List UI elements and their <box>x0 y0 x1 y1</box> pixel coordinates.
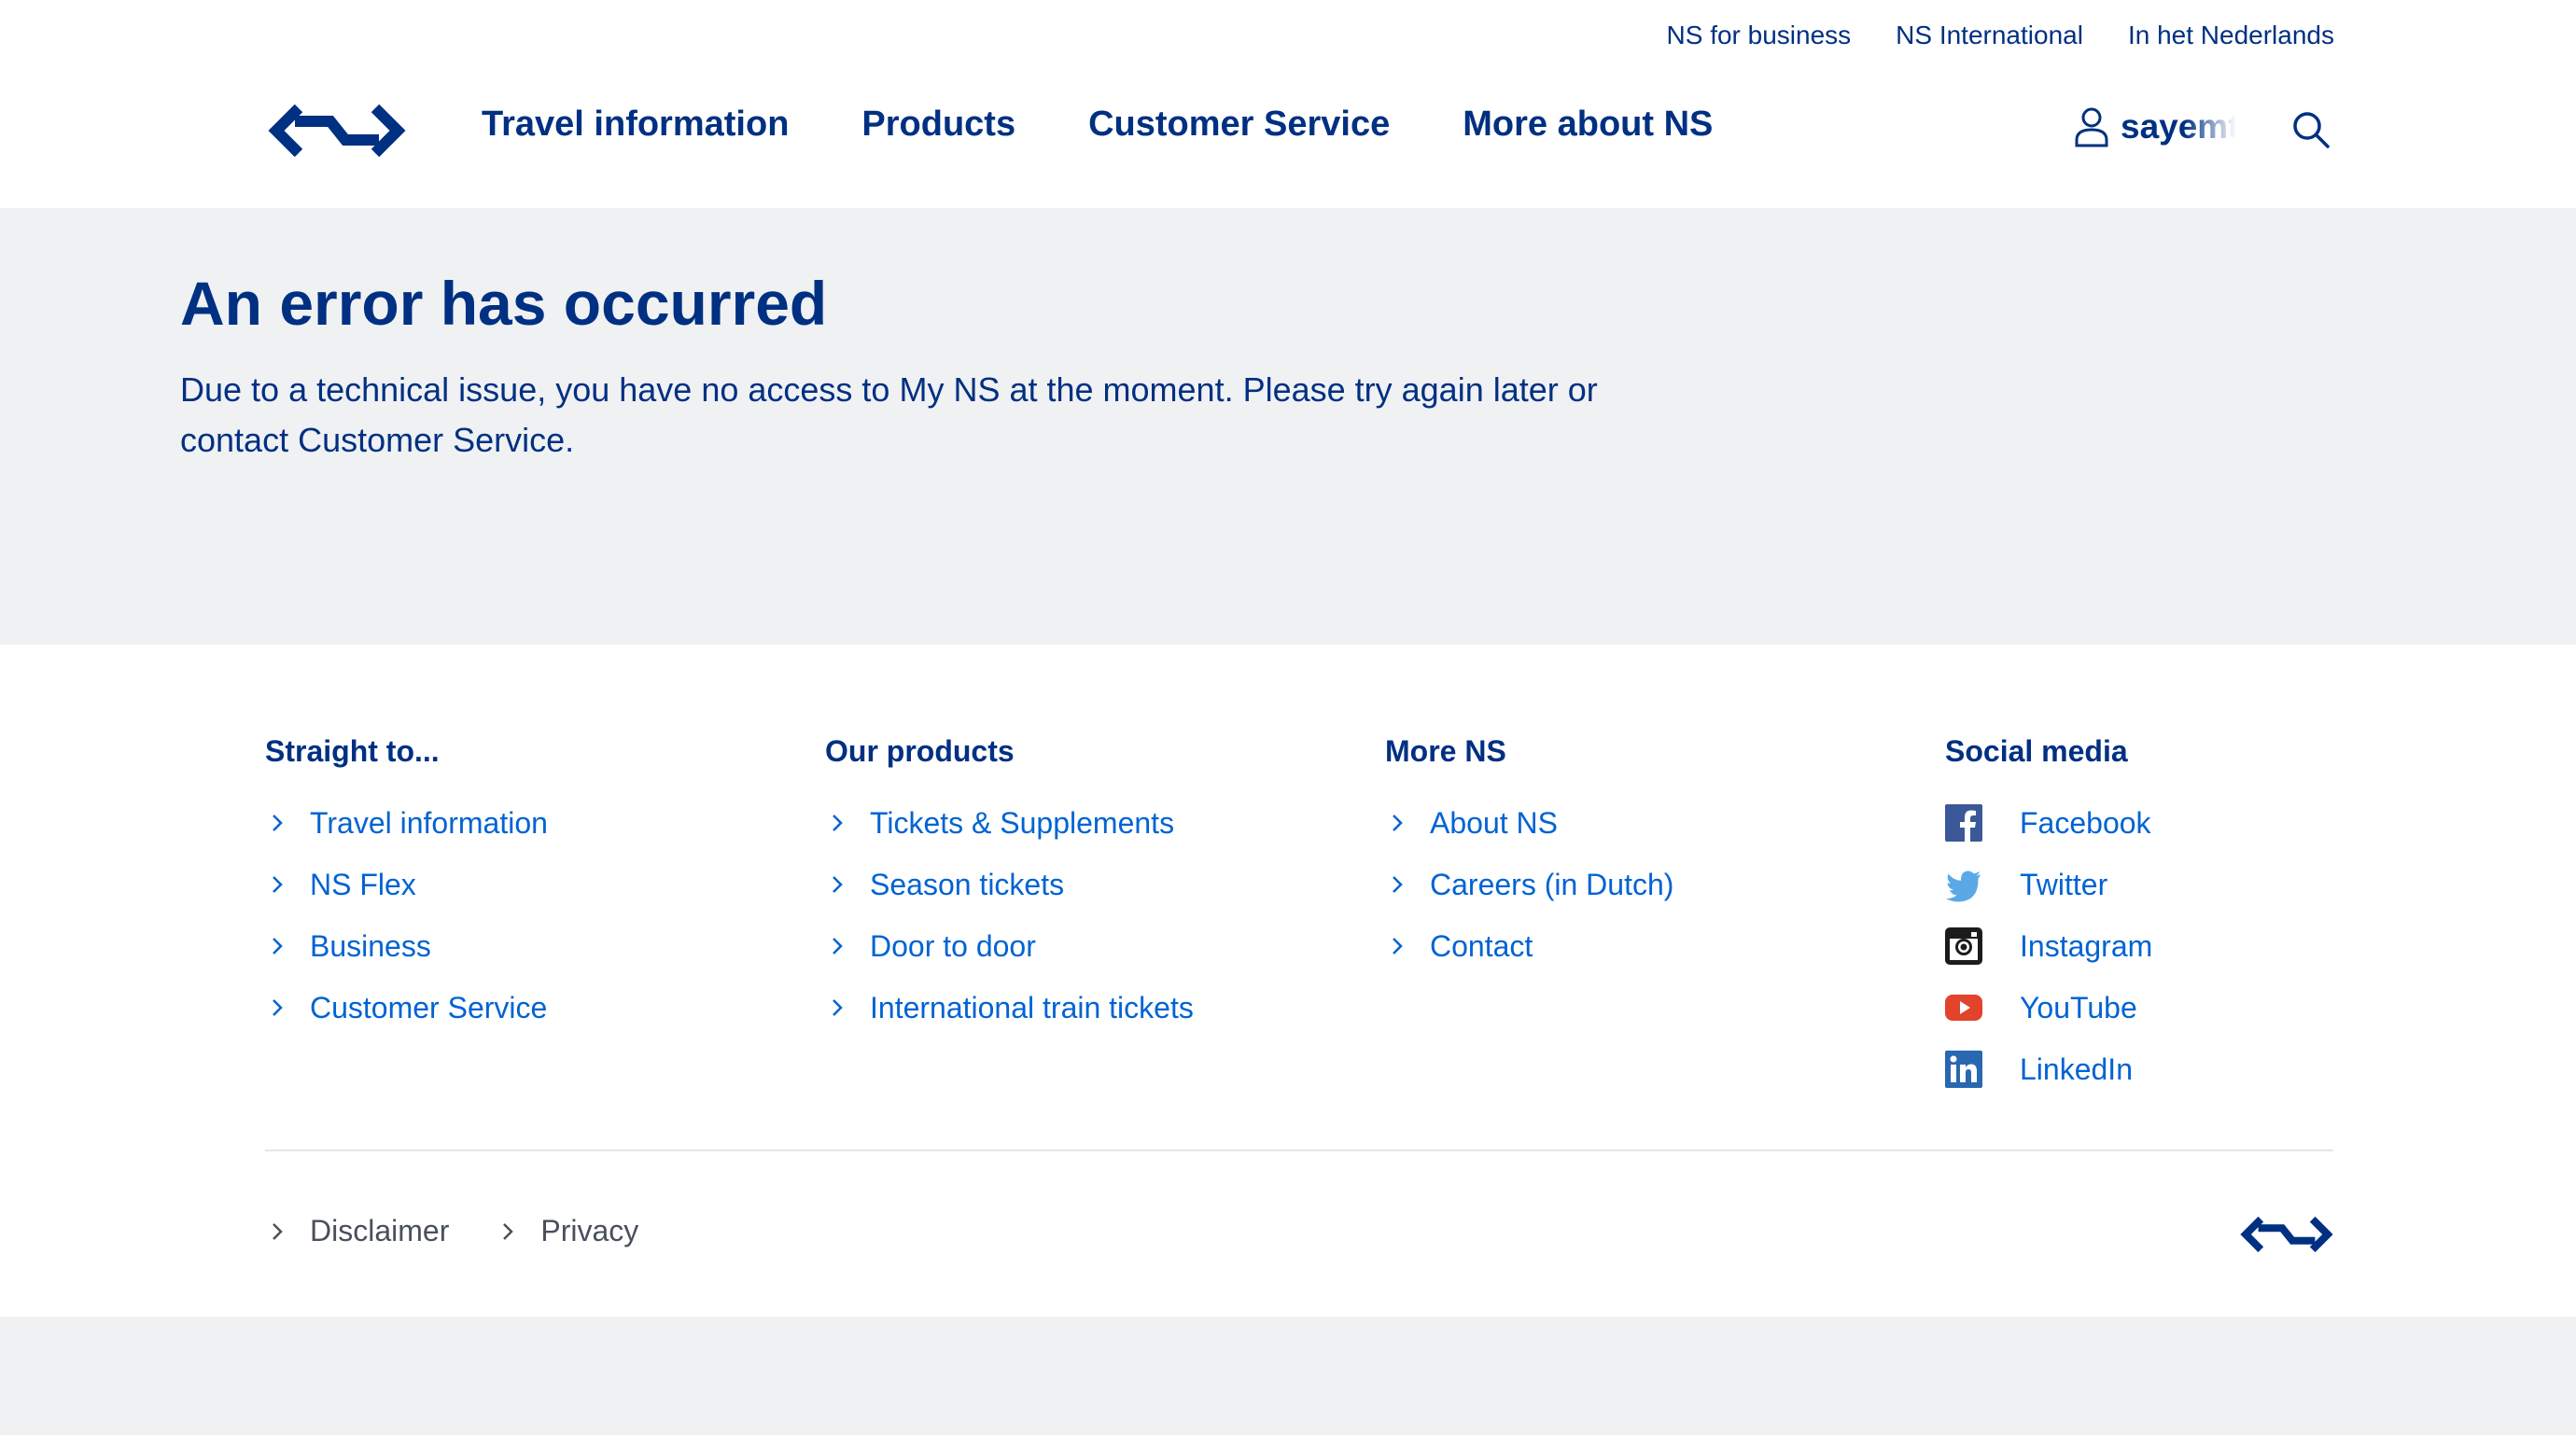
chevron-right-icon <box>833 938 843 954</box>
footer-link-international-train-tickets[interactable]: International train tickets <box>825 977 1194 1038</box>
footer-link-label: NS Flex <box>310 867 416 901</box>
footer-link-door-to-door[interactable]: Door to door <box>825 915 1194 977</box>
privacy-link[interactable]: Privacy <box>496 1214 638 1248</box>
user-icon <box>2075 107 2108 147</box>
legal-link-label: Disclaimer <box>310 1214 450 1247</box>
footer-link-label: International train tickets <box>870 990 1194 1024</box>
legal-nav: Disclaimer Privacy <box>265 1214 638 1248</box>
search-icon <box>2293 112 2330 148</box>
chevron-right-icon <box>273 938 283 954</box>
footer-link-label: About NS <box>1430 805 1558 840</box>
social-link-label: Twitter <box>2020 867 2108 901</box>
site-footer: Straight to... Travel information NS Fle… <box>0 645 2576 1317</box>
social-link-label: Facebook <box>2020 805 2151 840</box>
nav-more-about-ns[interactable]: More about NS <box>1463 104 1713 145</box>
youtube-icon <box>1945 995 1982 1021</box>
chevron-right-icon <box>273 1222 283 1240</box>
facebook-icon <box>1945 804 1982 842</box>
footer-link-season-tickets[interactable]: Season tickets <box>825 854 1194 915</box>
footer-column-more-ns: More NS About NS Careers (in Dutch) Cont… <box>1385 734 1673 977</box>
language-switch-link[interactable]: In het Nederlands <box>2128 21 2334 50</box>
footer-link-label: Tickets & Supplements <box>870 805 1175 840</box>
chevron-right-icon <box>1393 938 1403 954</box>
footer-link-contact[interactable]: Contact <box>1385 915 1673 977</box>
ns-for-business-link[interactable]: NS for business <box>1667 21 1852 50</box>
instagram-icon <box>1945 927 1982 965</box>
ns-logo-icon <box>2240 1216 2333 1253</box>
main-nav: Travel information Products Customer Ser… <box>482 104 1713 145</box>
social-link-label: LinkedIn <box>2020 1052 2133 1086</box>
footer-link-label: Door to door <box>870 928 1036 963</box>
footer-link-label: Contact <box>1430 928 1533 963</box>
my-ns-account-link[interactable]: sayemt <box>2074 106 2236 147</box>
ns-international-link[interactable]: NS International <box>1896 21 2083 50</box>
chevron-right-icon <box>1393 876 1403 893</box>
legal-link-label: Privacy <box>540 1214 639 1247</box>
social-link-label: YouTube <box>2020 990 2137 1024</box>
chevron-right-icon <box>833 999 843 1016</box>
site-header: NS for business NS International In het … <box>0 0 2576 208</box>
social-link-instagram[interactable]: Instagram <box>1945 915 2152 977</box>
social-link-youtube[interactable]: YouTube <box>1945 977 2152 1038</box>
footer-column-title: More NS <box>1385 734 1506 768</box>
chevron-right-icon <box>273 815 283 831</box>
footer-link-about-ns[interactable]: About NS <box>1385 792 1673 854</box>
footer-column-title: Straight to... <box>265 734 440 768</box>
error-title: An error has occurred <box>180 269 828 338</box>
linkedin-icon <box>1945 1051 1982 1088</box>
footer-link-label: Careers (in Dutch) <box>1430 867 1674 901</box>
disclaimer-link[interactable]: Disclaimer <box>265 1214 449 1248</box>
page-bottom-area <box>0 1317 2576 1435</box>
chevron-right-icon <box>833 815 843 831</box>
nav-products[interactable]: Products <box>861 104 1015 145</box>
utility-nav: NS for business NS International In het … <box>1667 21 2334 50</box>
footer-column-straight-to: Straight to... Travel information NS Fle… <box>265 734 548 1038</box>
footer-link-label: Season tickets <box>870 867 1065 901</box>
chevron-right-icon <box>833 876 843 893</box>
chevron-right-icon <box>273 876 283 893</box>
user-name: sayemt <box>2121 107 2236 146</box>
footer-column-title: Our products <box>825 734 1015 768</box>
footer-link-travel-information[interactable]: Travel information <box>265 792 548 854</box>
social-link-label: Instagram <box>2020 928 2153 963</box>
error-section: An error has occurred Due to a technical… <box>0 208 2576 645</box>
footer-link-ns-flex[interactable]: NS Flex <box>265 854 548 915</box>
chevron-right-icon <box>1393 815 1403 831</box>
footer-link-customer-service[interactable]: Customer Service <box>265 977 548 1038</box>
footer-link-label: Business <box>310 928 431 963</box>
nav-customer-service[interactable]: Customer Service <box>1088 104 1390 145</box>
chevron-right-icon <box>273 999 283 1016</box>
footer-link-label: Customer Service <box>310 990 548 1024</box>
ns-logo[interactable] <box>265 101 409 160</box>
footer-column-title: Social media <box>1945 734 2128 768</box>
error-message: Due to a technical issue, you have no ac… <box>180 370 1598 459</box>
footer-link-tickets-supplements[interactable]: Tickets & Supplements <box>825 792 1194 854</box>
nav-travel-information[interactable]: Travel information <box>482 104 789 145</box>
footer-divider <box>265 1149 2333 1151</box>
search-button[interactable] <box>2291 110 2331 149</box>
footer-link-careers[interactable]: Careers (in Dutch) <box>1385 854 1673 915</box>
footer-column-social-media: Social media Facebook Twitter Instagram … <box>1945 734 2152 1100</box>
twitter-icon <box>1946 871 1981 902</box>
footer-link-business[interactable]: Business <box>265 915 548 977</box>
social-link-facebook[interactable]: Facebook <box>1945 792 2152 854</box>
footer-column-our-products: Our products Tickets & Supplements Seaso… <box>825 734 1194 1038</box>
footer-link-label: Travel information <box>310 805 548 840</box>
ns-logo-icon <box>268 104 406 158</box>
social-link-twitter[interactable]: Twitter <box>1945 854 2152 915</box>
social-link-linkedin[interactable]: LinkedIn <box>1945 1038 2152 1100</box>
footer-ns-logo[interactable] <box>2238 1214 2335 1255</box>
chevron-right-icon <box>503 1222 514 1240</box>
